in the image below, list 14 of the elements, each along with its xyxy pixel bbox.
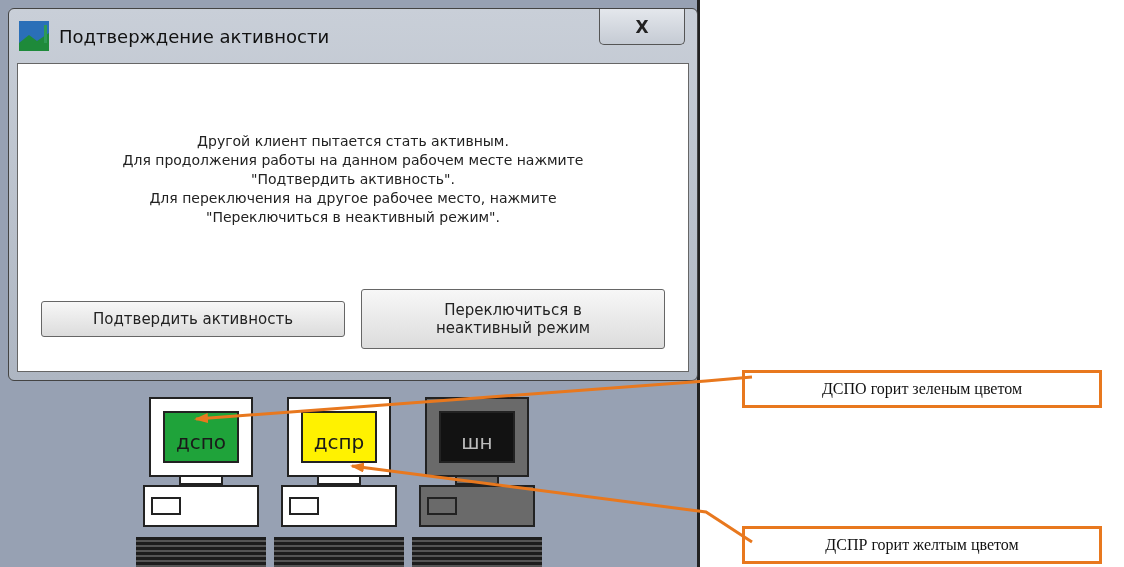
callout-label: ДСПО горит зеленым цветом [742,370,1102,408]
message-text: Другой клиент пытается стать активным. Для продолжения работы на данном рабочем месте нажмите "Подтвердить активность". Для переключения на другое рабочее место, нажмите "Переключиться в неактивный режим". [122,132,584,227]
confirm-button[interactable]: Подтвердить активность [41,301,345,337]
switch-button[interactable]: Переключиться в неактивный режим [361,289,665,349]
drive-slot [151,497,181,515]
screen-label: дспр [313,430,365,454]
screen-label: шн [461,430,493,454]
drive-slot [427,497,457,515]
window-title: Подтверждение активности [59,25,331,47]
screen-label: дспо [175,430,227,454]
landscape-icon [19,21,49,51]
drive-slot [289,497,319,515]
callout-label: ДСПР горит желтым цветом [742,526,1102,564]
close-button[interactable]: X [599,9,685,45]
